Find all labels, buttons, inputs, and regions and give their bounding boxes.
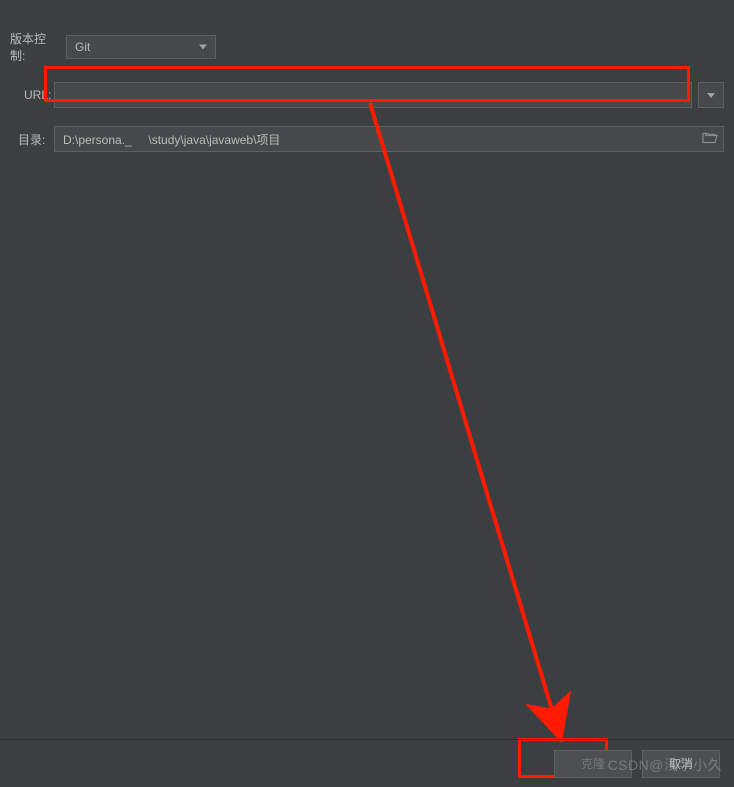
cancel-button-label: 取消 — [669, 755, 693, 772]
directory-input[interactable] — [54, 126, 724, 152]
clone-button-label: 克隆 — [581, 755, 605, 772]
directory-label: 目录: — [10, 131, 54, 148]
bottom-bar: 克隆 取消 — [0, 739, 734, 787]
form-area: 版本控制: Git URL: 目录: — [0, 0, 734, 180]
clone-button[interactable]: 克隆 — [554, 750, 632, 778]
url-row: URL: — [10, 82, 724, 108]
url-input[interactable] — [54, 82, 692, 108]
chevron-down-icon — [707, 93, 715, 98]
url-input-wrap — [54, 82, 692, 108]
directory-input-wrap — [54, 126, 724, 152]
directory-row: 目录: — [10, 126, 724, 152]
cancel-button[interactable]: 取消 — [642, 750, 720, 778]
vcs-row: 版本控制: Git — [10, 30, 724, 64]
vcs-label: 版本控制: — [10, 30, 66, 64]
chevron-down-icon — [199, 45, 207, 50]
url-label: URL: — [10, 88, 54, 102]
url-history-button[interactable] — [698, 82, 724, 108]
vcs-selected-value: Git — [75, 40, 90, 54]
folder-open-icon[interactable] — [702, 131, 718, 148]
vcs-dropdown[interactable]: Git — [66, 35, 216, 59]
